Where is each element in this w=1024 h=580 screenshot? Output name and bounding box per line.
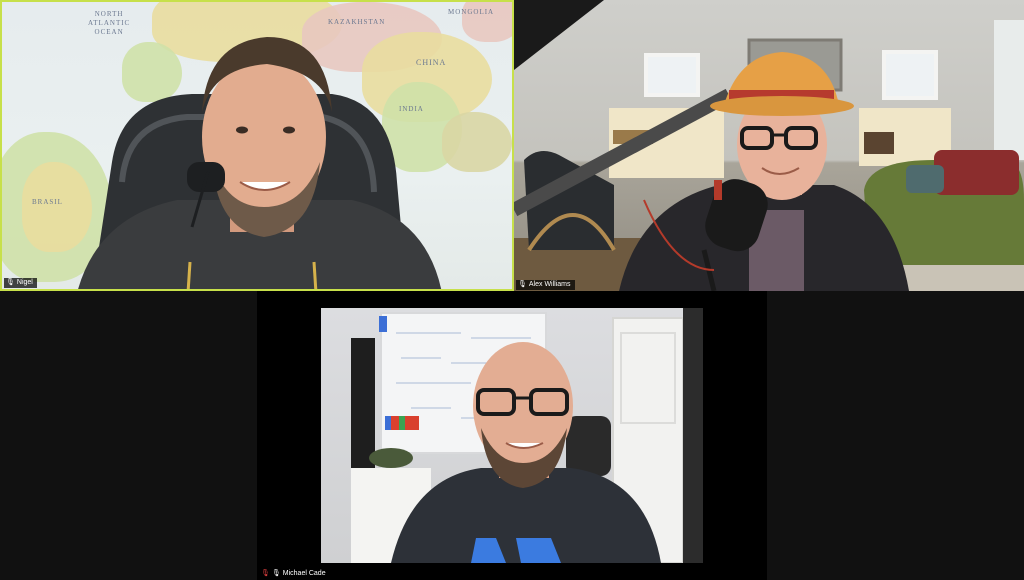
microphone-icon: 🎙 [6,279,15,286]
microphone-icon: 🎙 [518,281,527,288]
microphone-icon: 🎙 [271,570,281,577]
muted-microphone-icon: 🎙 [261,570,270,577]
video-tile-nigel[interactable]: NORTH ATLANTIC OCEAN KAZAKHSTAN MONGOLIA… [0,0,514,291]
video-tile-alex-williams[interactable]: 🎙 Alex Williams [514,0,1024,291]
participant-name: Alex Williams [528,281,571,288]
participant-name: Nigel [16,279,33,286]
video-tile-michael-cade[interactable]: 🎙 🎙 Michael Cade [257,291,767,580]
participant-name-tag: 🎙 Alex Williams [516,280,575,290]
video-feed: NORTH ATLANTIC OCEAN KAZAKHSTAN MONGOLIA… [2,2,512,289]
video-feed [321,308,703,563]
video-feed [514,0,1024,291]
participant-name: Michael Cade [282,570,326,577]
participant-name-tag: 🎙 🎙 Michael Cade [259,569,330,579]
participant-name-tag: 🎙 Nigel [4,278,37,288]
participant-video-michael-cade [351,308,703,563]
participant-video-alex-williams [514,0,1024,291]
participant-video-nigel [78,37,442,289]
